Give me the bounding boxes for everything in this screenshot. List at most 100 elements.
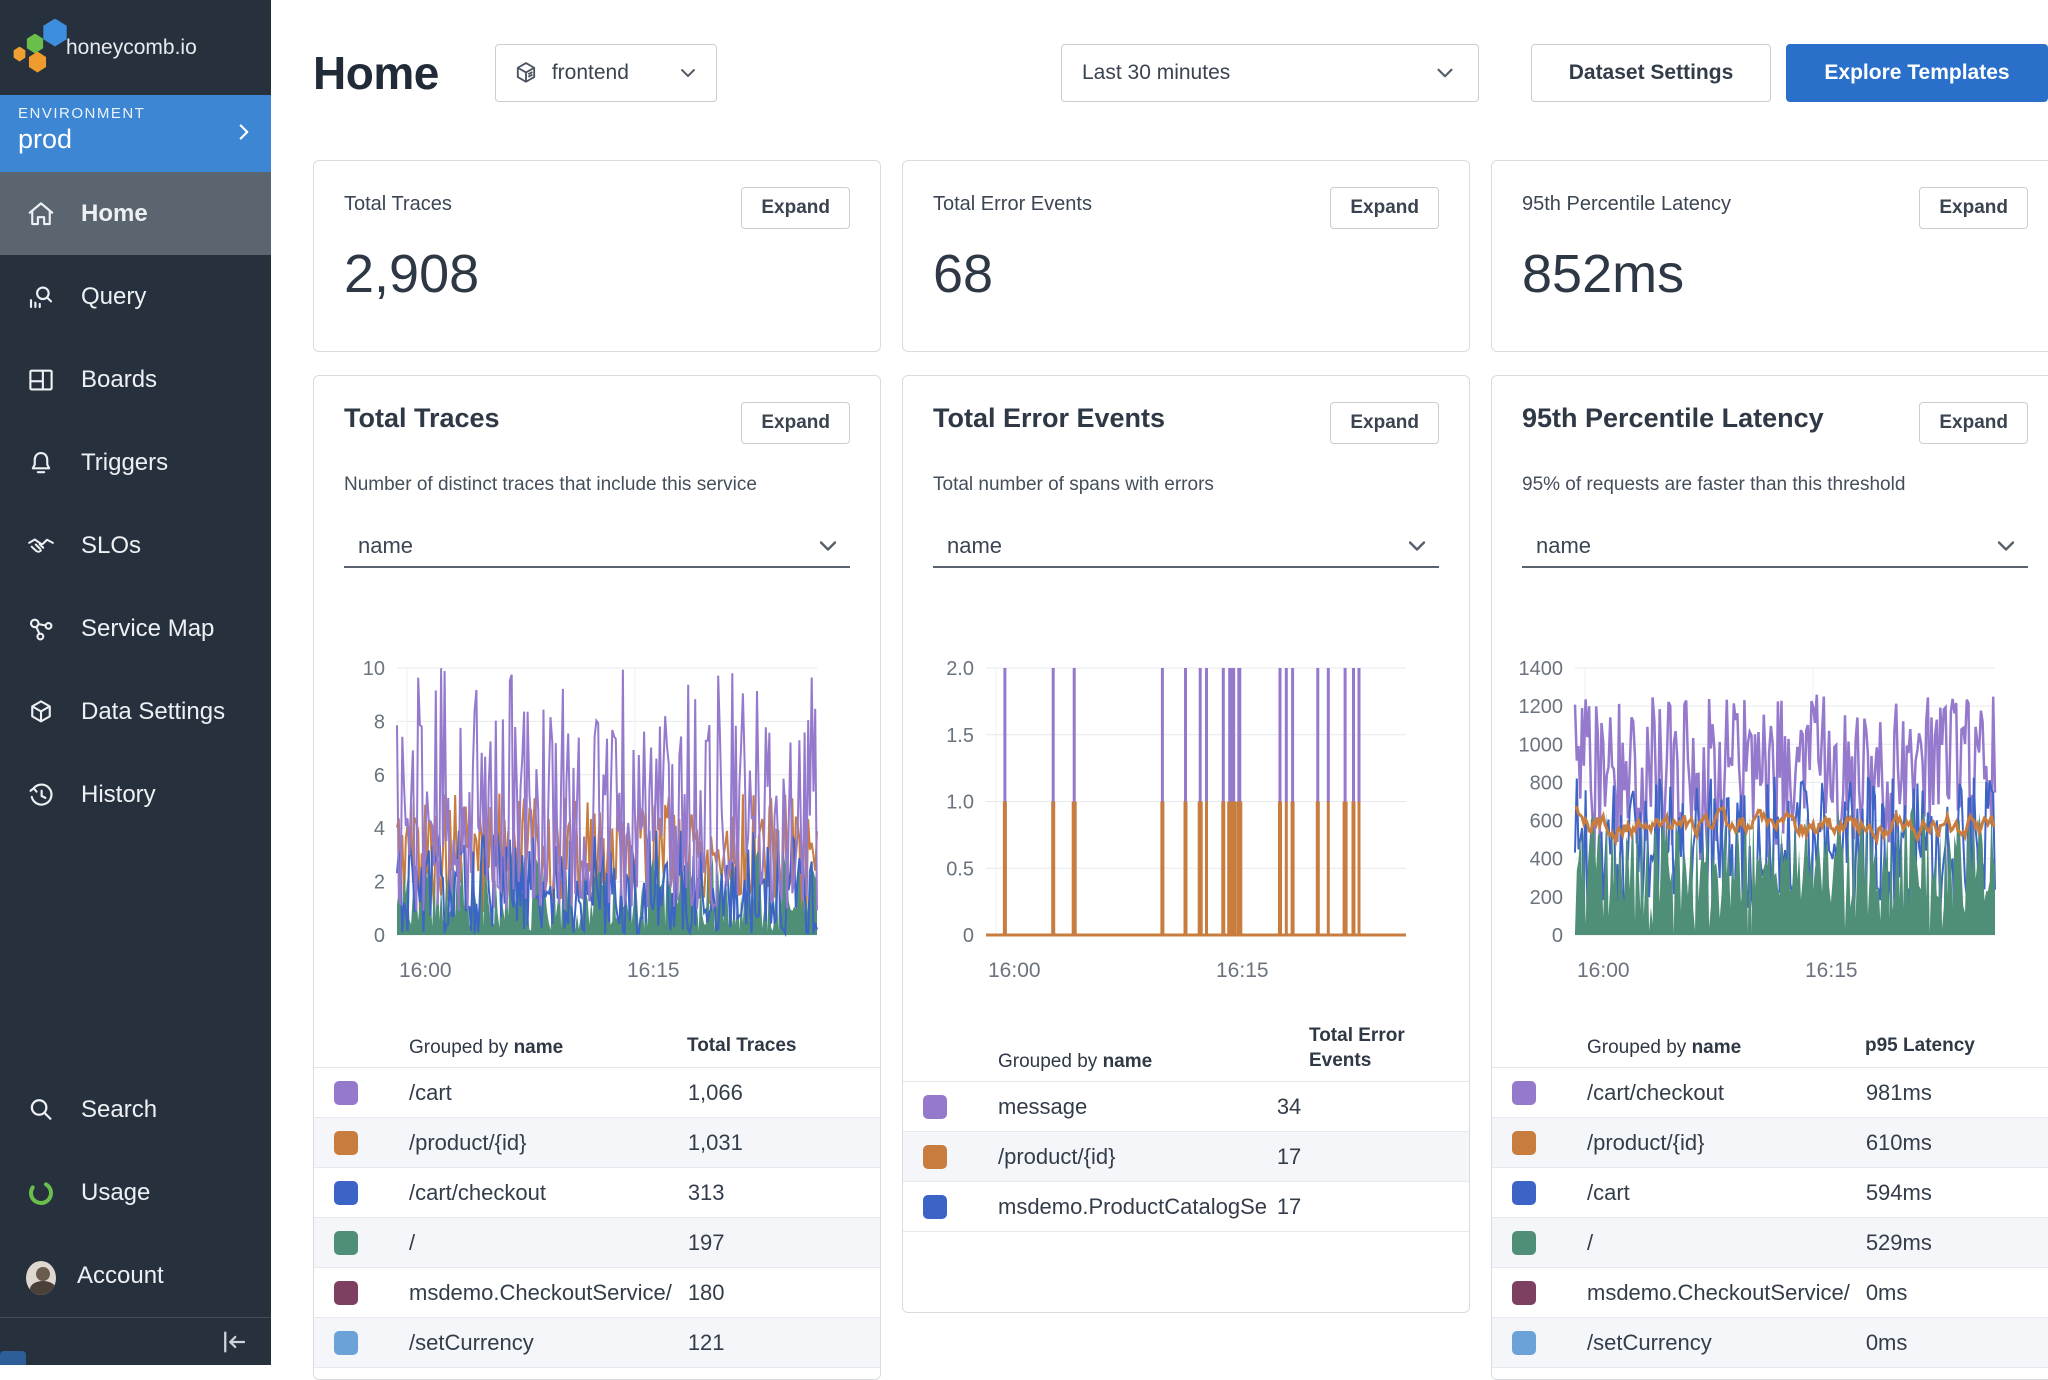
- series-value: 594ms: [1866, 1180, 2048, 1206]
- table-row[interactable]: / 197: [314, 1218, 880, 1268]
- time-range-selector[interactable]: Last 30 minutes: [1061, 44, 1479, 102]
- series-value: 17: [1277, 1144, 1469, 1170]
- chevron-down-icon: [1992, 532, 2020, 560]
- svg-text:16:00: 16:00: [399, 959, 452, 982]
- series-name: /product/{id}: [1587, 1130, 1866, 1156]
- usage-icon: [26, 1178, 56, 1208]
- chart-legend-table: Grouped by name p95 Latency /cart/checko…: [1492, 1024, 2048, 1368]
- series-color-swatch: [334, 1281, 358, 1305]
- handshake-icon: [26, 531, 56, 561]
- main-content: Home frontend Last 30 minutes Dataset Se…: [271, 0, 2048, 1365]
- honeycomb-logo[interactable]: honeycomb.io: [0, 0, 271, 95]
- table-row[interactable]: message 34: [903, 1082, 1469, 1132]
- table-row[interactable]: /product/{id} 17: [903, 1132, 1469, 1182]
- series-value: 610ms: [1866, 1130, 2048, 1156]
- table-row[interactable]: msdemo.CheckoutService/ 0ms: [1492, 1268, 2048, 1318]
- sidebar-item-home[interactable]: Home: [0, 172, 271, 255]
- series-color-swatch: [923, 1095, 947, 1119]
- sidebar-item-label: Triggers: [81, 449, 168, 477]
- sidebar-item-query[interactable]: Query: [0, 255, 271, 338]
- sidebar-item-slos[interactable]: SLOs: [0, 504, 271, 587]
- series-color-swatch: [923, 1145, 947, 1169]
- group-by-select-value: name: [358, 533, 413, 559]
- table-row[interactable]: / 529ms: [1492, 1218, 2048, 1268]
- chat-widget[interactable]: [0, 1351, 26, 1365]
- search-icon: [26, 1095, 56, 1125]
- chart-card-title: Total Traces: [344, 402, 500, 436]
- series-value: 1,031: [688, 1130, 880, 1156]
- svg-text:4: 4: [374, 818, 385, 840]
- sidebar-item-label: History: [81, 781, 156, 809]
- series-name: /setCurrency: [409, 1330, 688, 1356]
- expand-button[interactable]: Expand: [1330, 187, 1439, 229]
- explore-templates-button[interactable]: Explore Templates: [1786, 44, 2048, 102]
- chevron-down-icon: [1403, 532, 1431, 560]
- expand-button[interactable]: Expand: [1919, 402, 2028, 444]
- expand-button[interactable]: Expand: [741, 187, 850, 229]
- series-color-swatch: [334, 1331, 358, 1355]
- table-row[interactable]: /cart/checkout 981ms: [1492, 1068, 2048, 1118]
- table-row[interactable]: /product/{id} 610ms: [1492, 1118, 2048, 1168]
- dataset-selector[interactable]: frontend: [495, 44, 717, 102]
- table-row[interactable]: /cart 594ms: [1492, 1168, 2048, 1218]
- series-color-swatch: [1512, 1331, 1536, 1355]
- grouped-by-header: Grouped by name: [903, 1051, 1309, 1073]
- sidebar-item-data-settings[interactable]: Data Settings: [0, 670, 271, 753]
- svg-text:0: 0: [1552, 925, 1563, 947]
- series-value: 313: [688, 1180, 880, 1206]
- chart-card-title: Total Error Events: [933, 402, 1165, 436]
- svg-text:16:15: 16:15: [627, 959, 680, 982]
- environment-label: ENVIRONMENT: [18, 105, 257, 122]
- chart-card-description: 95% of requests are faster than this thr…: [1492, 474, 2048, 496]
- service-map-icon: [26, 614, 56, 644]
- collapse-sidebar-icon[interactable]: [219, 1327, 249, 1357]
- environment-name: prod: [18, 124, 257, 155]
- sidebar-item-label: Home: [81, 200, 148, 228]
- table-row[interactable]: msdemo.CheckoutService/ 180: [314, 1268, 880, 1318]
- chart-card-description: Total number of spans with errors: [903, 474, 1469, 496]
- sidebar-item-search[interactable]: Search: [0, 1068, 271, 1151]
- expand-button[interactable]: Expand: [1919, 187, 2028, 229]
- p95-latency-chart[interactable]: 020040060080010001200140016:0016:15: [1510, 656, 2018, 986]
- table-row[interactable]: /cart 1,066: [314, 1068, 880, 1118]
- sidebar-footer: [0, 1317, 271, 1365]
- sidebar-item-history[interactable]: History: [0, 753, 271, 836]
- sidebar-item-account[interactable]: Account: [0, 1234, 271, 1317]
- table-row[interactable]: /product/{id} 1,031: [314, 1118, 880, 1168]
- sidebar-item-service-map[interactable]: Service Map: [0, 587, 271, 670]
- sidebar-item-usage[interactable]: Usage: [0, 1151, 271, 1234]
- sidebar-item-label: Boards: [81, 366, 157, 394]
- expand-button[interactable]: Expand: [741, 402, 850, 444]
- environment-switcher[interactable]: ENVIRONMENT prod: [0, 95, 271, 172]
- group-by-select[interactable]: name: [933, 526, 1439, 568]
- series-name: /cart/checkout: [409, 1180, 688, 1206]
- table-row[interactable]: msdemo.ProductCatalogSe 17: [903, 1182, 1469, 1232]
- series-value: 197: [688, 1230, 880, 1256]
- svg-text:800: 800: [1530, 772, 1563, 794]
- series-color-swatch: [334, 1231, 358, 1255]
- table-row[interactable]: /setCurrency 121: [314, 1318, 880, 1368]
- expand-button[interactable]: Expand: [1330, 402, 1439, 444]
- stat-card-title: Total Traces: [344, 187, 452, 216]
- sidebar-item-boards[interactable]: Boards: [0, 338, 271, 421]
- bell-icon: [26, 448, 56, 478]
- total-traces-chart[interactable]: 024681016:0016:15: [332, 656, 840, 986]
- cube-icon: [26, 697, 56, 727]
- series-name: /: [409, 1230, 688, 1256]
- total-error-events-chart[interactable]: 00.51.01.52.016:0016:15: [921, 656, 1429, 986]
- sidebar-item-triggers[interactable]: Triggers: [0, 421, 271, 504]
- table-row[interactable]: /setCurrency 0ms: [1492, 1318, 2048, 1368]
- table-row[interactable]: /cart/checkout 313: [314, 1168, 880, 1218]
- svg-text:1200: 1200: [1519, 696, 1564, 718]
- honeycomb-logo-icon: [12, 15, 64, 81]
- series-value: 0ms: [1866, 1330, 2048, 1356]
- series-name: /cart: [1587, 1180, 1866, 1206]
- series-value: 180: [688, 1280, 880, 1306]
- series-name: /cart/checkout: [1587, 1080, 1866, 1106]
- group-by-select[interactable]: name: [344, 526, 850, 568]
- dataset-settings-button[interactable]: Dataset Settings: [1531, 44, 1771, 102]
- svg-text:16:00: 16:00: [1577, 959, 1630, 982]
- group-by-select-value: name: [947, 533, 1002, 559]
- group-by-select[interactable]: name: [1522, 526, 2028, 568]
- svg-text:0: 0: [374, 925, 385, 947]
